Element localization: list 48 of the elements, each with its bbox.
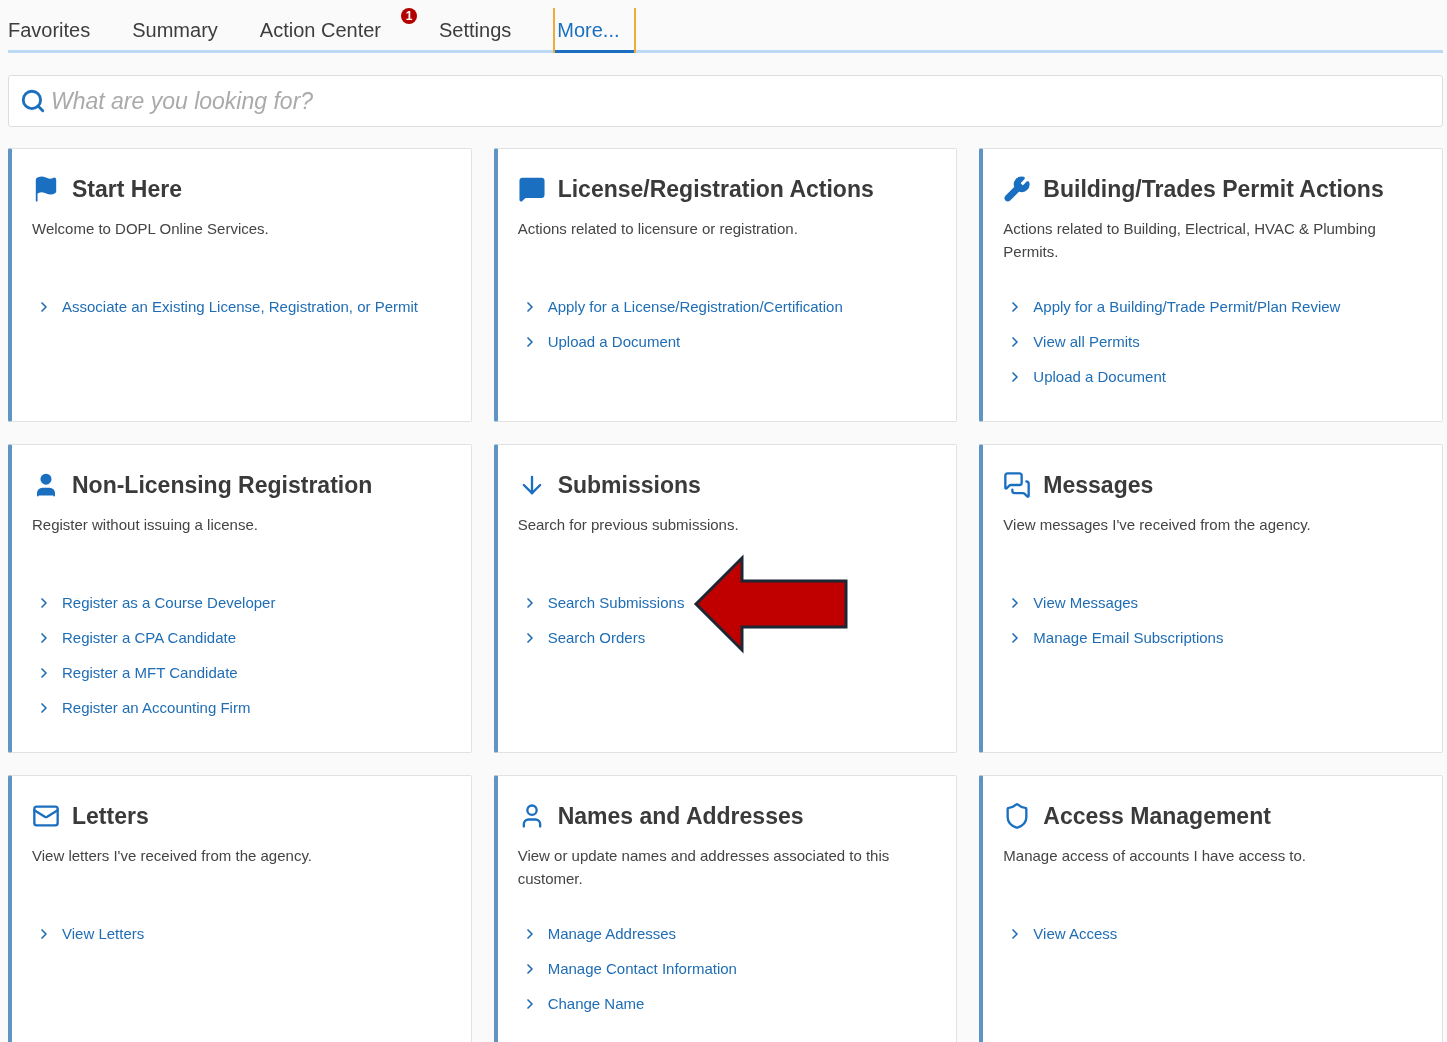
nav-tab[interactable]: Favorites xyxy=(8,8,105,53)
action-link[interactable]: Search Submissions xyxy=(547,594,685,611)
action-link[interactable]: Manage Email Subscriptions xyxy=(1033,629,1224,646)
action-link[interactable]: Manage Contact Information xyxy=(547,960,737,977)
nav-tab[interactable]: More... xyxy=(553,8,636,53)
card-title: Submissions xyxy=(557,471,701,499)
action-link[interactable]: View Messages xyxy=(1033,594,1139,611)
card-title: Names and Addresses xyxy=(557,802,804,830)
action-link[interactable]: Apply for a License/Registration/Certification xyxy=(547,298,843,315)
card-description: Register without issuing a license. xyxy=(32,515,259,535)
card-description: View or update names and addresses associated to this customer. xyxy=(517,846,891,889)
action-link[interactable]: Upload a Document xyxy=(1033,368,1166,385)
action-link[interactable]: View all Permits xyxy=(1033,333,1140,350)
action-link[interactable]: Associate an Existing License, Registration, or Permit xyxy=(62,298,418,315)
card-title: Building/Trades Permit Actions xyxy=(1043,175,1384,203)
action-link[interactable]: Register as a Course Developer xyxy=(62,594,276,611)
action-link[interactable]: Manage Addresses xyxy=(547,925,677,942)
card-description: Search for previous submissions. xyxy=(517,515,740,535)
card-description: View letters I've received from the agency. xyxy=(32,846,313,866)
card-title: Start Here xyxy=(72,175,182,203)
action-link[interactable]: Change Name xyxy=(547,995,645,1012)
card-description: Actions related to licensure or registration. xyxy=(517,219,799,239)
card-title: Non-Licensing Registration xyxy=(72,471,373,499)
nav-tab[interactable]: Summary xyxy=(132,8,232,53)
action-link[interactable]: View Letters xyxy=(62,925,145,942)
search-field[interactable]: What are you looking for? xyxy=(8,75,1443,127)
action-link[interactable]: Register an Accounting Firm xyxy=(62,699,251,716)
card-description: Actions related to Building, Electrical, HVAC & Plumbing Permits. xyxy=(1003,219,1377,262)
message-icon xyxy=(517,175,546,203)
action-link[interactable]: Search Orders xyxy=(547,629,646,646)
card-title: License/Registration Actions xyxy=(557,175,874,203)
card-title: Messages xyxy=(1043,471,1154,499)
action-link[interactable]: Register a MFT Candidate xyxy=(62,664,238,681)
nav-tab[interactable]: Action Center xyxy=(259,8,395,53)
card-description: Manage access of accounts I have access to. xyxy=(1003,846,1307,866)
action-link[interactable]: Register a CPA Candidate xyxy=(62,629,236,646)
card-description: Welcome to DOPL Online Services. xyxy=(32,219,270,239)
search-icon xyxy=(20,88,46,114)
chat-icon xyxy=(1003,471,1032,499)
card-description: View messages I've received from the agency. xyxy=(1003,515,1312,535)
action-link[interactable]: Apply for a Building/Trade Permit/Plan Review xyxy=(1033,298,1341,315)
notification-badge: 1 xyxy=(401,8,417,24)
action-link[interactable]: View Access xyxy=(1033,925,1118,942)
wrench-icon xyxy=(1003,175,1032,203)
nav-tab[interactable]: Settings xyxy=(439,8,526,53)
card-title: Letters xyxy=(72,802,149,830)
card-title: Access Management xyxy=(1043,802,1271,830)
action-link[interactable]: Upload a Document xyxy=(547,333,681,350)
